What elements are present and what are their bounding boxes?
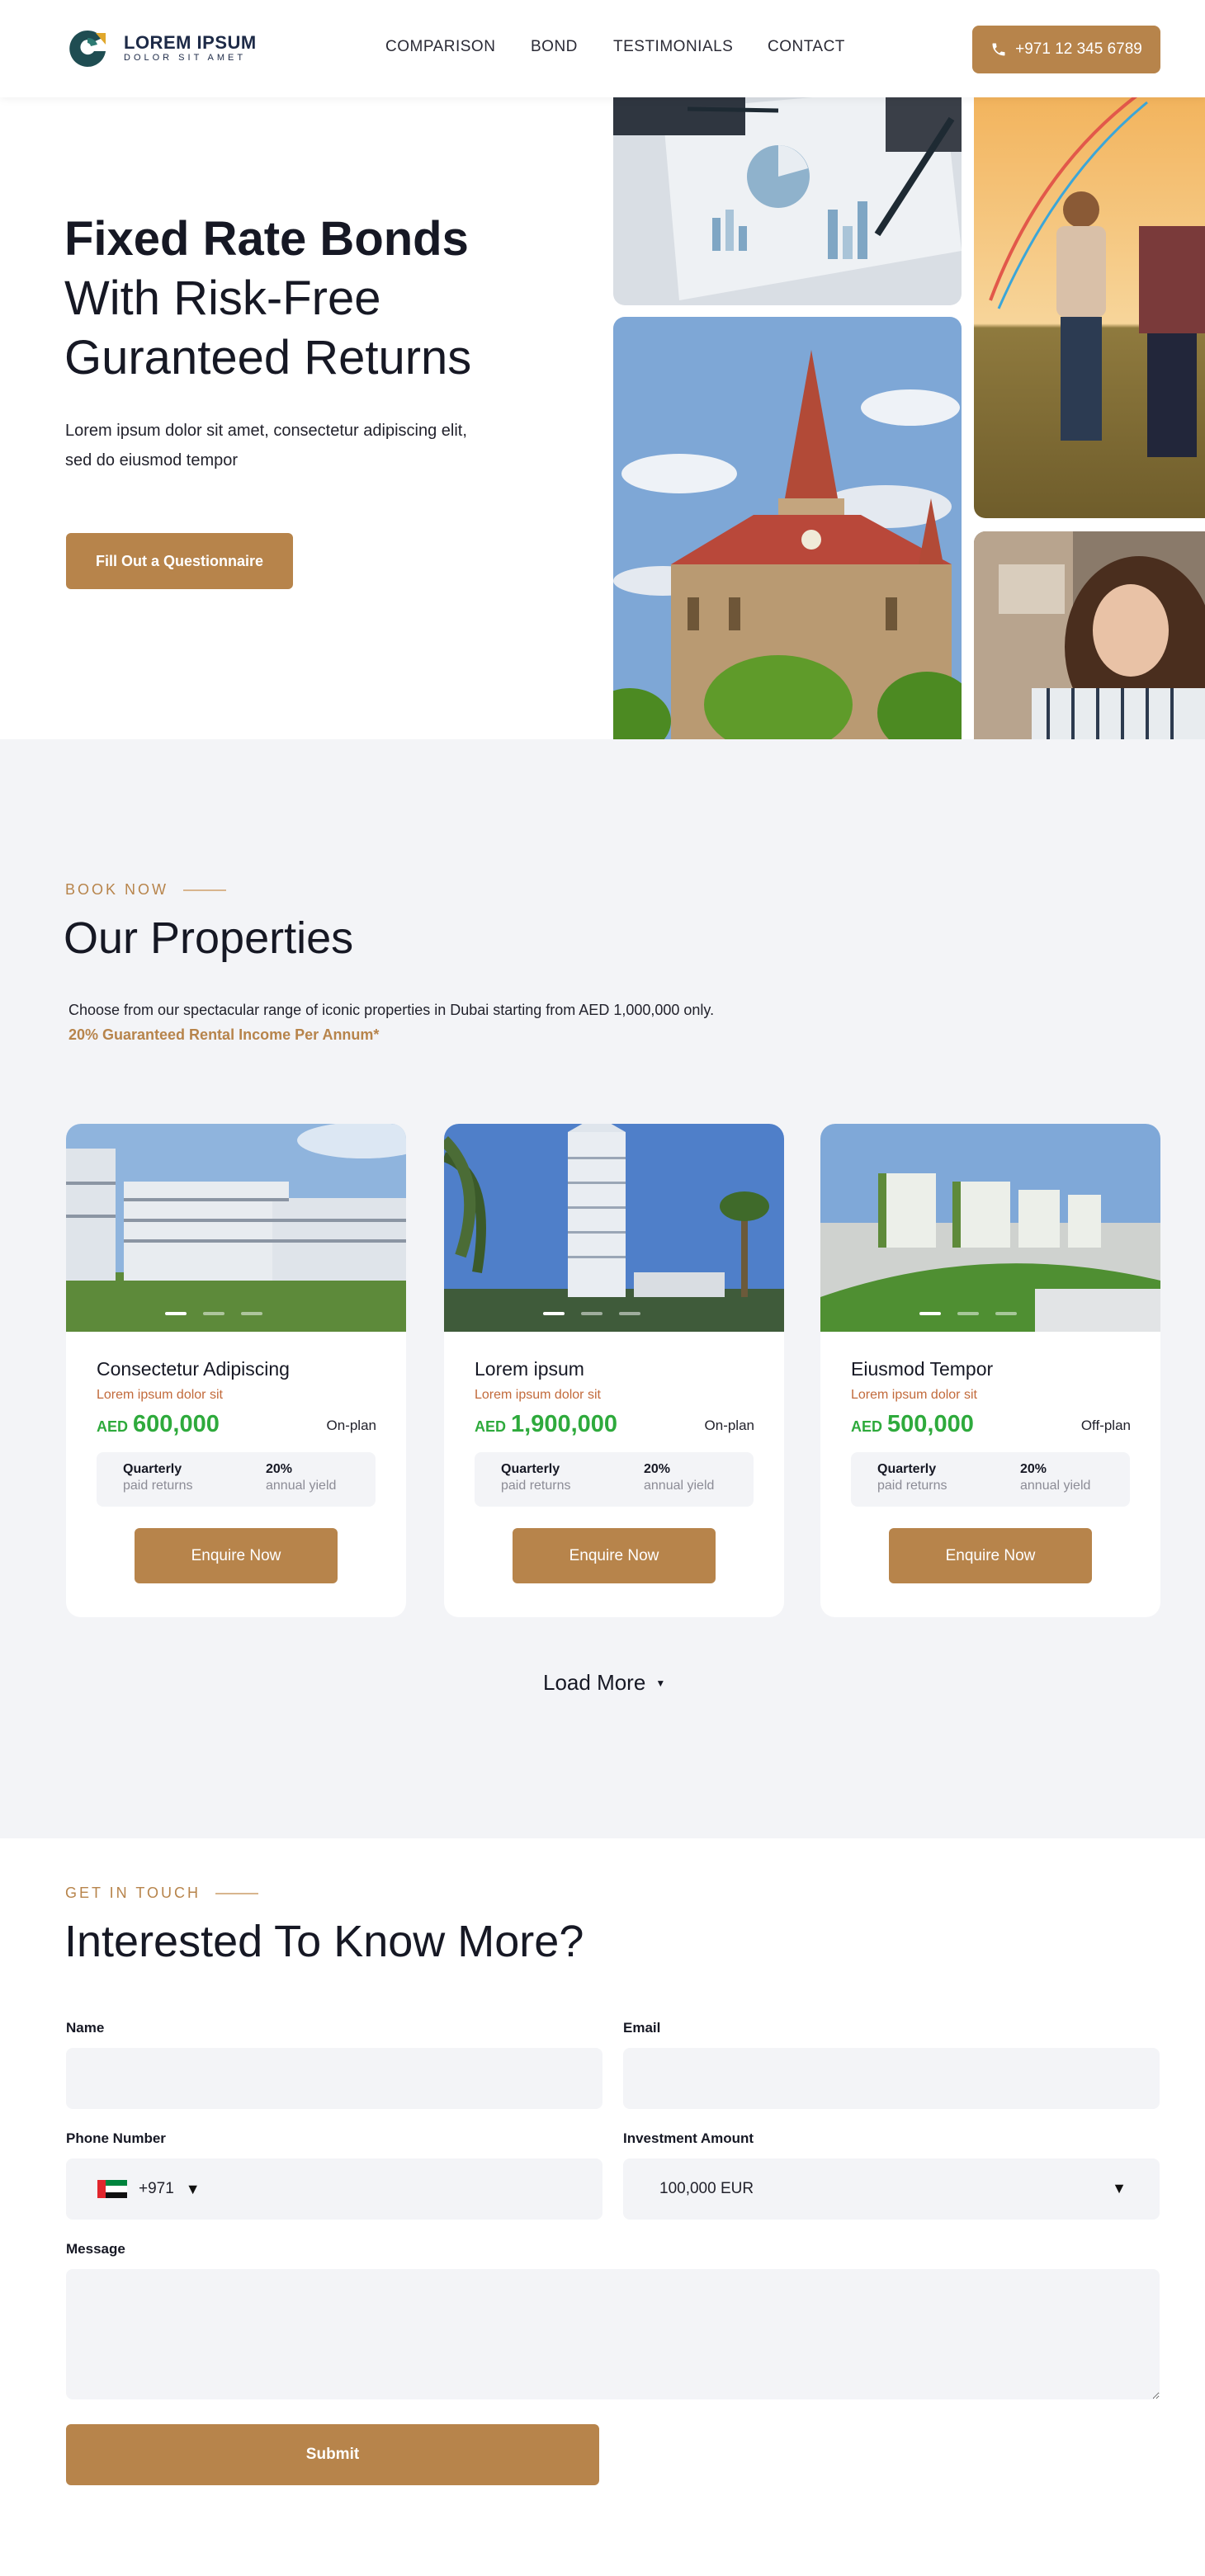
investment-amount-select[interactable]: 100,000 EUR ▼ — [623, 2158, 1160, 2220]
nav-bond[interactable]: BOND — [531, 38, 578, 56]
property-name: Lorem ipsum — [475, 1358, 584, 1380]
hero-image-family — [974, 86, 1205, 518]
hero-title-bold: Fixed Rate Bonds — [64, 212, 469, 266]
property-price: AED 500,000 — [851, 1411, 974, 1438]
property-status: On-plan — [704, 1418, 754, 1433]
property-name: Eiusmod Tempor — [851, 1358, 994, 1380]
enquire-button[interactable]: Enquire Now — [889, 1528, 1092, 1583]
nav-testimonials[interactable]: TESTIMONIALS — [613, 38, 733, 56]
name-label: Name — [66, 2020, 105, 2036]
annual-yield-label: annual yield — [644, 1479, 715, 1493]
hero-description: Lorem ipsum dolor sit amet, consectetur … — [65, 422, 467, 469]
phone-button[interactable]: +971 12 345 6789 — [972, 26, 1160, 73]
property-subtitle: Lorem ipsum dolor sit — [475, 1388, 601, 1402]
annual-yield-label: annual yield — [1020, 1479, 1091, 1493]
site-header: LOREM IPSUM DOLOR SIT AMET COMPARISON BO… — [0, 0, 1205, 97]
property-name: Consectetur Adipiscing — [97, 1358, 290, 1380]
email-input[interactable] — [623, 2048, 1160, 2109]
message-label: Message — [66, 2241, 125, 2257]
price-amount: 600,000 — [133, 1411, 220, 1437]
carousel-dots[interactable] — [919, 1312, 1017, 1315]
annual-yield-label: annual yield — [266, 1479, 337, 1493]
phone-country-code[interactable]: +971 — [139, 2180, 174, 2198]
investment-amount-value: 100,000 EUR — [659, 2180, 754, 2197]
logo-title: LOREM IPSUM — [124, 32, 257, 53]
brand-logo[interactable]: LOREM IPSUM DOLOR SIT AMET — [66, 26, 257, 69]
annual-yield: 20% — [1020, 1462, 1047, 1476]
properties-eyebrow: BOOK NOW — [65, 881, 226, 899]
caret-down-icon: ▼ — [1112, 2180, 1127, 2196]
property-image[interactable] — [66, 1124, 406, 1332]
property-card: Consectetur Adipiscing Lorem ipsum dolor… — [66, 1124, 406, 1617]
returns-info: Quarterly paid returns 20% annual yield — [475, 1452, 754, 1507]
enquire-button[interactable]: Enquire Now — [513, 1528, 716, 1583]
property-status: Off-plan — [1080, 1418, 1131, 1433]
hero-title-line2: With Risk-Free — [64, 271, 381, 325]
phone-field[interactable]: +971 ▼ — [66, 2158, 602, 2220]
hero-image-woman — [974, 531, 1205, 739]
returns-frequency-label: paid returns — [877, 1479, 947, 1493]
property-card: Eiusmod Tempor Lorem ipsum dolor sit AED… — [820, 1124, 1160, 1617]
properties-description: Choose from our spectacular range of ico… — [69, 1002, 715, 1018]
returns-info: Quarterly paid returns 20% annual yield — [97, 1452, 376, 1507]
questionnaire-button[interactable]: Fill Out a Questionnaire — [66, 533, 293, 589]
carousel-dots[interactable] — [165, 1312, 262, 1315]
nav-comparison[interactable]: COMPARISON — [385, 38, 495, 56]
property-image[interactable] — [820, 1124, 1160, 1332]
load-more-button[interactable]: Load More ▼ — [543, 1670, 665, 1696]
price-currency: AED — [475, 1418, 507, 1435]
property-price: AED 1,900,000 — [475, 1411, 617, 1438]
price-currency: AED — [851, 1418, 883, 1435]
email-field[interactable] — [623, 2048, 1160, 2109]
property-image[interactable] — [444, 1124, 784, 1332]
carousel-dots[interactable] — [543, 1312, 640, 1315]
load-more-label: Load More — [543, 1670, 646, 1695]
phone-icon — [992, 43, 1005, 56]
message-field[interactable] — [66, 2269, 1160, 2399]
properties-section: BOOK NOW Our Properties Choose from our … — [0, 739, 1205, 1838]
contact-eyebrow: GET IN TOUCH — [65, 1885, 258, 1902]
message-input[interactable] — [66, 2269, 1160, 2399]
enquire-button[interactable]: Enquire Now — [135, 1528, 338, 1583]
returns-frequency: Quarterly — [501, 1462, 560, 1476]
properties-note: 20% Guaranteed Rental Income Per Annum* — [69, 1026, 380, 1043]
annual-yield: 20% — [644, 1462, 671, 1476]
returns-frequency: Quarterly — [123, 1462, 182, 1476]
hero-title: Fixed Rate Bonds With Risk-Free Gurantee… — [64, 210, 593, 388]
logo-subtitle: DOLOR SIT AMET — [124, 53, 247, 63]
returns-frequency-label: paid returns — [501, 1479, 571, 1493]
property-card: Lorem ipsum Lorem ipsum dolor sit AED 1,… — [444, 1124, 784, 1617]
contact-title: Interested To Know More? — [64, 1917, 584, 1966]
hero-image-church — [613, 317, 962, 739]
phone-number: +971 12 345 6789 — [1015, 40, 1142, 58]
price-amount: 500,000 — [887, 1411, 974, 1437]
returns-frequency-label: paid returns — [123, 1479, 193, 1493]
investment-amount-label: Investment Amount — [623, 2130, 754, 2146]
submit-button[interactable]: Submit — [66, 2424, 599, 2485]
returns-info: Quarterly paid returns 20% annual yield — [851, 1452, 1130, 1507]
uae-flag-icon[interactable] — [97, 2180, 127, 2198]
caret-down-icon[interactable]: ▼ — [186, 2181, 201, 2198]
property-subtitle: Lorem ipsum dolor sit — [97, 1388, 223, 1402]
email-label: Email — [623, 2020, 661, 2036]
properties-title: Our Properties — [64, 913, 354, 963]
nav-contact[interactable]: CONTACT — [768, 38, 845, 56]
returns-frequency: Quarterly — [877, 1462, 937, 1476]
name-input[interactable] — [66, 2048, 602, 2109]
hero-image-chart — [613, 86, 962, 305]
property-status: On-plan — [326, 1418, 376, 1433]
price-currency: AED — [97, 1418, 129, 1435]
property-subtitle: Lorem ipsum dolor sit — [851, 1388, 977, 1402]
annual-yield: 20% — [266, 1462, 293, 1476]
name-field[interactable] — [66, 2048, 602, 2109]
price-amount: 1,900,000 — [511, 1411, 618, 1437]
logo-icon — [69, 30, 106, 67]
phone-label: Phone Number — [66, 2130, 166, 2146]
hero-title-line3: Guranteed Returns — [64, 331, 472, 385]
property-price: AED 600,000 — [97, 1411, 220, 1438]
caret-down-icon: ▼ — [655, 1677, 666, 1689]
